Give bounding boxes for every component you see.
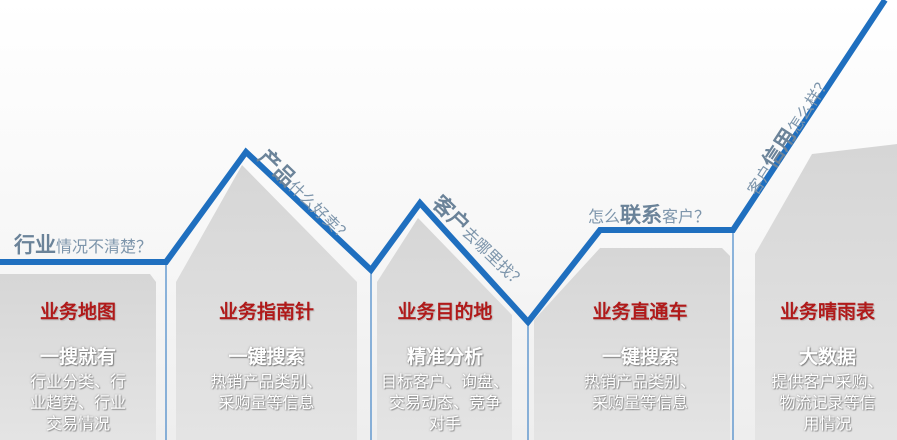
column-title: 业务目的地 xyxy=(397,301,493,323)
column-desc-line: 交易动态、竞争 xyxy=(388,393,501,412)
column-desc-line: 提供客户采购、 xyxy=(771,372,884,391)
question-contact-strong: 联系 xyxy=(620,203,663,227)
column-desc-line: 用情况 xyxy=(803,414,852,433)
column-desc: 提供客户采购、 物流记录等信 用情况 xyxy=(758,371,897,434)
column-headline: 精准分析 xyxy=(406,346,483,368)
column-desc-line: 目标客户、询盘、 xyxy=(380,372,509,391)
column-desc-line: 采购量等信息 xyxy=(218,393,315,412)
column-business-express: 业务直通车 一键搜索 热销产品类别、 采购量等信息 xyxy=(550,297,730,413)
column-business-compass: 业务指南针 一键搜索 热销产品类别、 采购量等信息 xyxy=(176,297,357,413)
question-contact: 怎么联系客户？ xyxy=(588,199,710,229)
question-industry: 行业情况不清楚？ xyxy=(14,229,152,259)
column-desc: 目标客户、询盘、 交易动态、竞争 对手 xyxy=(372,371,518,434)
column-desc-line: 行业分类、行 xyxy=(29,372,126,391)
column-desc-line: 对手 xyxy=(428,414,461,433)
question-contact-pre: 怎么 xyxy=(588,207,621,226)
column-desc-line: 业趋势、行业 xyxy=(29,393,126,412)
column-title: 业务地图 xyxy=(39,301,116,323)
column-headline: 大数据 xyxy=(798,346,856,368)
column-headline: 一键搜索 xyxy=(228,346,305,368)
column-desc: 热销产品类别、 采购量等信息 xyxy=(550,371,730,413)
column-business-barometer: 业务晴雨表 大数据 提供客户采购、 物流记录等信 用情况 xyxy=(758,297,897,434)
column-headline: 一搜就有 xyxy=(39,346,116,368)
column-desc: 热销产品类别、 采购量等信息 xyxy=(176,371,357,413)
question-contact-rest: 客户？ xyxy=(662,207,711,226)
column-title: 业务指南针 xyxy=(218,301,314,323)
column-title: 业务晴雨表 xyxy=(779,301,875,323)
column-desc: 行业分类、行 业趋势、行业 交易情况 xyxy=(0,371,156,434)
column-desc-line: 物流记录等信 xyxy=(779,393,876,412)
column-title: 业务直通车 xyxy=(592,301,688,323)
question-industry-rest: 情况不清楚？ xyxy=(56,237,153,256)
column-business-destination: 业务目的地 精准分析 目标客户、询盘、 交易动态、竞争 对手 xyxy=(372,297,518,434)
question-industry-strong: 行业 xyxy=(14,233,56,257)
column-desc-line: 热销产品类别、 xyxy=(583,372,696,391)
column-headline: 一键搜索 xyxy=(601,346,678,368)
column-desc-line: 交易情况 xyxy=(45,414,110,433)
column-desc-line: 采购量等信息 xyxy=(591,393,688,412)
column-desc-line: 热销产品类别、 xyxy=(210,372,323,391)
column-business-map: 业务地图 一搜就有 行业分类、行 业趋势、行业 交易情况 xyxy=(0,297,156,434)
